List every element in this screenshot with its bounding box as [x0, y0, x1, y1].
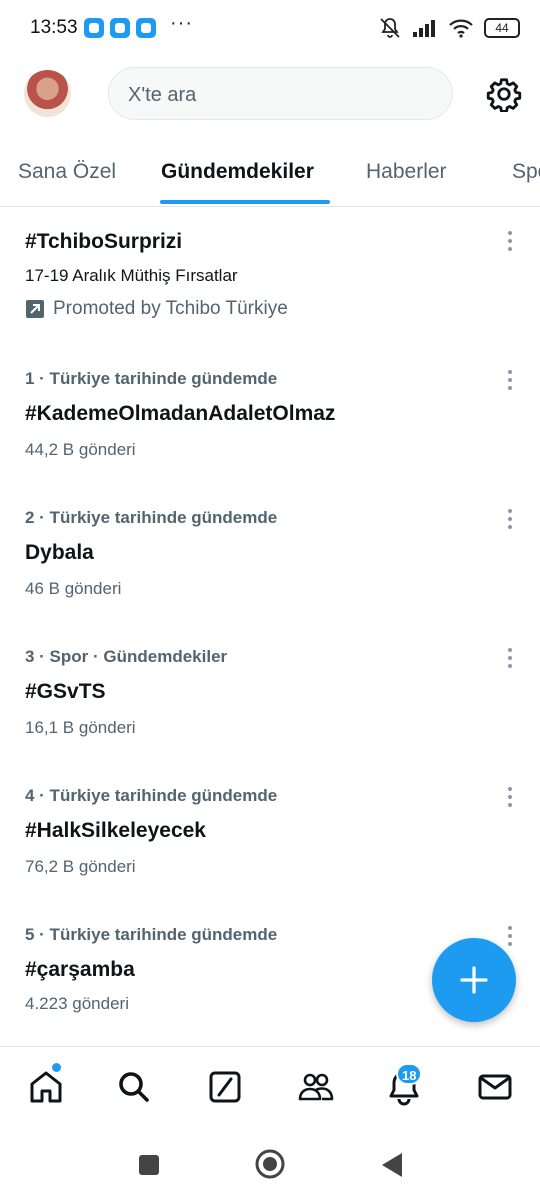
app-notification-icon: [136, 18, 156, 38]
home-button-icon[interactable]: [253, 1147, 287, 1181]
trend-title: #GSvTS: [25, 680, 106, 703]
trend-post-count: 76,2 B gönderi: [25, 857, 136, 876]
trend-meta: 1 · Türkiye tarihinde gündemde: [25, 369, 278, 388]
communities-icon[interactable]: [296, 1067, 336, 1107]
trend-title: #TchiboSurprizi: [25, 230, 183, 253]
trend-title: #çarşamba: [25, 958, 135, 981]
avatar[interactable]: [24, 70, 71, 117]
tab-for-you[interactable]: Sana Özel: [18, 160, 116, 184]
promoted-trend[interactable]: #TchiboSurprizi 17-19 Aralık Müthiş Fırs…: [0, 228, 540, 338]
trend-title: #KademeOlmadanAdaletOlmaz: [25, 402, 336, 425]
active-tab-indicator: [160, 200, 330, 204]
status-time: 13:53: [30, 17, 78, 38]
search-icon[interactable]: [114, 1067, 154, 1107]
messages-icon[interactable]: [475, 1067, 515, 1107]
trend-meta: 5 · Türkiye tarihinde gündemde: [25, 925, 278, 944]
trend-meta: 2 · Türkiye tarihinde gündemde: [25, 508, 278, 527]
trend-title: Dybala: [25, 541, 94, 564]
more-options-icon[interactable]: [500, 367, 520, 393]
wifi-icon: [449, 19, 473, 38]
home-unread-dot: [52, 1063, 61, 1072]
more-notifications-icon: ···: [170, 12, 193, 34]
plus-icon: [460, 966, 488, 994]
trend-post-count: 46 B gönderi: [25, 579, 122, 598]
app-notification-icon: [110, 18, 130, 38]
top-header: X'te ara: [0, 58, 540, 130]
trend-item[interactable]: 4 · Türkiye tarihinde gündemde #HalkSilk…: [0, 786, 540, 886]
bottom-navigation: 18: [0, 1046, 540, 1130]
tab-sports[interactable]: Spor: [512, 160, 540, 184]
explore-tabs: Sana Özel Gündemdekiler Haberler Spor: [0, 140, 540, 207]
trend-post-count: 4.223 gönderi: [25, 994, 129, 1013]
trend-post-count: 44,2 B gönderi: [25, 440, 136, 459]
app-notification-icon: [84, 18, 104, 38]
trend-subtitle: 17-19 Aralık Müthiş Fırsatlar: [25, 266, 238, 285]
back-icon[interactable]: [378, 1150, 406, 1180]
trend-item[interactable]: 1 · Türkiye tarihinde gündemde #KademeOl…: [0, 369, 540, 469]
more-options-icon[interactable]: [500, 645, 520, 671]
grok-icon[interactable]: [205, 1067, 245, 1107]
silent-mode-icon: [380, 18, 400, 38]
tab-news[interactable]: Haberler: [366, 160, 447, 184]
trend-meta: 3 · Spor · Gündemdekiler: [25, 647, 228, 666]
trend-post-count: 16,1 B gönderi: [25, 718, 136, 737]
home-icon[interactable]: [26, 1067, 66, 1107]
promoted-icon: [26, 300, 44, 318]
more-options-icon[interactable]: [500, 228, 520, 254]
search-placeholder: X'te ara: [128, 84, 197, 106]
system-status-icons: 44: [378, 16, 520, 40]
settings-gear-icon[interactable]: [486, 76, 522, 112]
trend-title: #HalkSilkeleyecek: [25, 819, 206, 842]
recent-apps-icon[interactable]: [136, 1152, 162, 1178]
trend-item[interactable]: 2 · Türkiye tarihinde gündemde Dybala 46…: [0, 508, 540, 608]
more-options-icon[interactable]: [500, 506, 520, 532]
signal-icon: [413, 20, 435, 37]
promoted-by-text: Promoted by Tchibo Türkiye: [53, 298, 288, 319]
promoted-label: Promoted by Tchibo Türkiye: [25, 298, 288, 320]
compose-post-button[interactable]: [432, 938, 516, 1022]
trend-meta: 4 · Türkiye tarihinde gündemde: [25, 786, 278, 805]
more-options-icon[interactable]: [500, 784, 520, 810]
notification-icons: [84, 18, 156, 38]
notifications-badge: 18: [396, 1063, 423, 1085]
status-bar: 13:53 ··· 44: [0, 0, 540, 58]
trend-item[interactable]: 3 · Spor · Gündemdekiler #GSvTS 16,1 B g…: [0, 647, 540, 747]
search-input[interactable]: X'te ara: [108, 67, 453, 120]
system-navigation: [0, 1130, 540, 1200]
battery-icon: 44: [484, 18, 520, 38]
tab-trending[interactable]: Gündemdekiler: [161, 160, 314, 184]
